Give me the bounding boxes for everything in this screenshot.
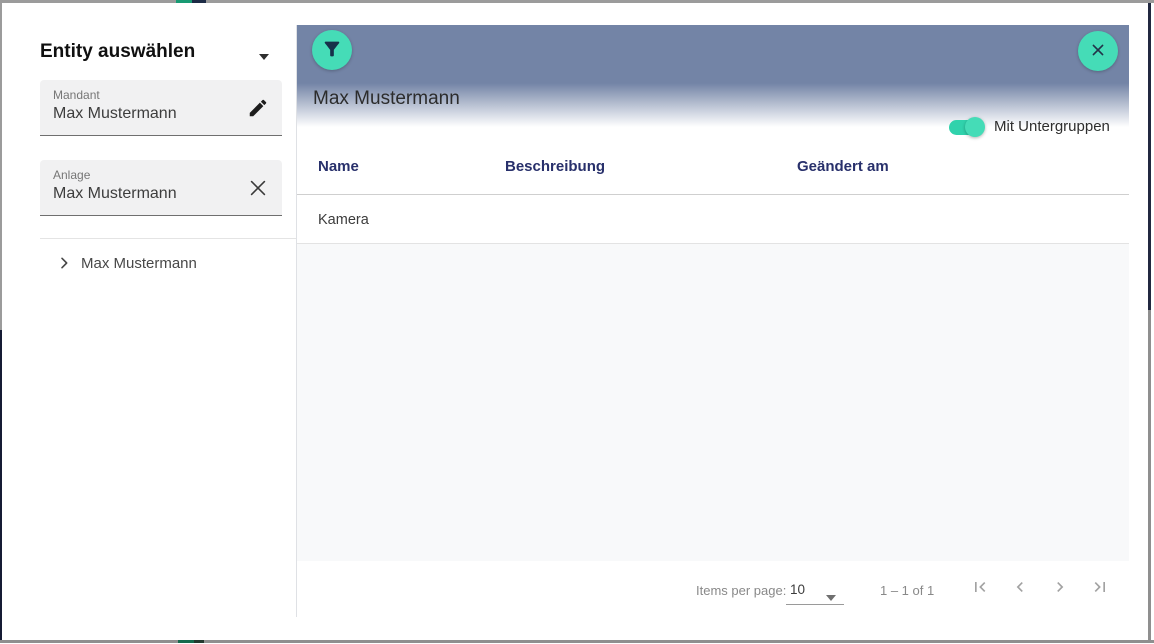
window-border-left xyxy=(0,3,2,330)
toggle-thumb[interactable] xyxy=(965,117,985,137)
background-accent-segment xyxy=(192,0,206,3)
mandant-field-value: Max Mustermann xyxy=(53,105,177,123)
anlage-field[interactable]: Anlage Max Mustermann xyxy=(40,160,282,216)
chevron-right-icon[interactable] xyxy=(56,255,72,271)
paginator: Items per page: 10 1 – 1 of 1 xyxy=(297,561,1129,617)
items-per-page-value: 10 xyxy=(790,582,805,597)
table-row[interactable]: Kamera xyxy=(297,195,1129,243)
window-border-right xyxy=(1148,310,1151,640)
window-border-right xyxy=(1148,3,1151,310)
with-subgroups-toggle[interactable] xyxy=(947,114,985,140)
anlage-field-value: Max Mustermann xyxy=(53,185,177,203)
mandant-field[interactable]: Mandant Max Mustermann xyxy=(40,80,282,136)
window-border-left xyxy=(0,330,2,640)
filter-funnel-icon xyxy=(321,38,343,63)
column-header-beschreibung: Beschreibung xyxy=(505,158,605,175)
background-accent-segment xyxy=(176,0,192,3)
paginator-range-label: 1 – 1 of 1 xyxy=(880,583,934,598)
column-header-geaendert-am: Geändert am xyxy=(797,158,889,175)
close-x-icon xyxy=(1088,40,1108,63)
previous-page-button[interactable] xyxy=(1006,574,1034,602)
previous-page-icon xyxy=(1010,577,1030,600)
edit-pencil-icon[interactable] xyxy=(247,97,269,119)
tree-item-max-mustermann[interactable]: Max Mustermann xyxy=(40,250,290,280)
anlage-field-label: Anlage xyxy=(53,168,90,182)
filter-button[interactable] xyxy=(312,30,352,70)
table-empty-area xyxy=(297,244,1129,561)
background-accent-segment xyxy=(194,640,204,643)
window-border-top xyxy=(0,0,1154,3)
with-subgroups-toggle-label: Mit Untergruppen xyxy=(994,118,1110,135)
background-accent-segment xyxy=(178,640,194,643)
next-page-icon xyxy=(1050,577,1070,600)
close-button[interactable] xyxy=(1078,31,1118,71)
column-header-name: Name xyxy=(318,158,359,175)
first-page-icon xyxy=(970,577,990,600)
entity-select-dropdown-icon[interactable] xyxy=(258,48,270,56)
items-per-page-label: Items per page: xyxy=(696,583,786,598)
sidebar-divider xyxy=(40,238,296,239)
last-page-button[interactable] xyxy=(1086,574,1114,602)
clear-x-icon[interactable] xyxy=(247,177,269,199)
window-border-bottom xyxy=(0,640,1154,643)
tree-item-label: Max Mustermann xyxy=(81,255,197,272)
with-subgroups-toggle-row: Mit Untergruppen xyxy=(947,114,1127,140)
panel-title: Max Mustermann xyxy=(313,88,460,110)
select-caret-down-icon xyxy=(826,588,836,594)
items-per-page-select[interactable]: 10 xyxy=(786,578,844,605)
first-page-button[interactable] xyxy=(966,574,994,602)
last-page-icon xyxy=(1090,577,1110,600)
panel-header-bar: Max Mustermann xyxy=(297,25,1129,127)
entity-select-dialog: Entity auswählen Mandant Max Mustermann … xyxy=(0,0,1154,644)
mandant-field-label: Mandant xyxy=(53,88,100,102)
cell-name: Kamera xyxy=(318,212,369,228)
next-page-button[interactable] xyxy=(1046,574,1074,602)
entity-select-title: Entity auswählen xyxy=(40,41,195,63)
